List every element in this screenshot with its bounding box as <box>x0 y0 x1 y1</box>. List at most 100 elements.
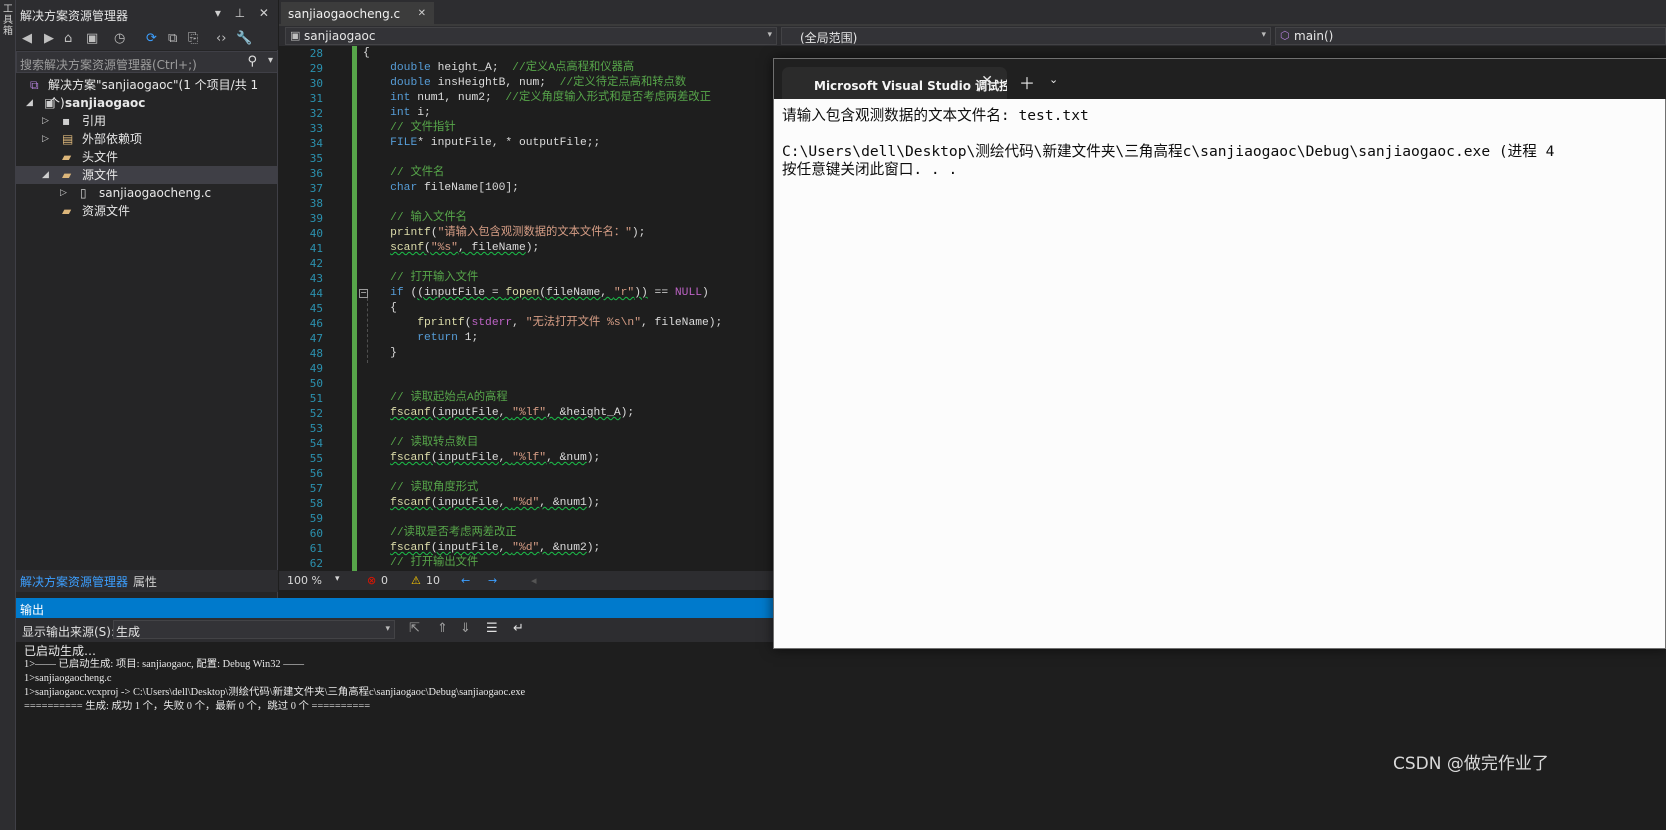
code-line[interactable]: fscanf(inputFile, "%lf", &num); <box>363 451 600 466</box>
code-line[interactable]: return 1; <box>363 331 478 346</box>
code-line[interactable]: printf("请输入包含观测数据的文本文件名："); <box>363 226 645 241</box>
code-line[interactable]: // 输入文件名 <box>363 211 467 226</box>
tree-item[interactable]: ▷ ▪ 引用 <box>16 112 278 130</box>
go-to-message-icon[interactable]: ⇱ <box>409 621 420 636</box>
solution-explorer-search-input[interactable]: 搜索解决方案资源管理器(Ctrl+;) ⚲ ▾ <box>16 51 278 73</box>
back-icon[interactable]: ◀ <box>22 31 32 46</box>
tree-item[interactable]: ▰ 头文件 <box>16 148 278 166</box>
view-code-icon[interactable]: ‹› <box>216 31 226 46</box>
console-output[interactable]: 请输入包含观测数据的文本文件名: test.txt C:\Users\dell\D… <box>782 107 1666 637</box>
code-line[interactable]: int i; <box>363 106 431 121</box>
close-icon[interactable]: ✕ <box>418 8 426 19</box>
warning-count[interactable]: 10 <box>426 574 440 587</box>
close-icon[interactable]: ✕ <box>981 73 993 89</box>
error-icon[interactable]: ⊗ <box>367 574 376 587</box>
pending-changes-icon[interactable]: ◷ <box>114 31 125 46</box>
code-line[interactable]: fscanf(inputFile, "%d", &num1); <box>363 496 600 511</box>
show-all-files-icon[interactable]: ⎘ <box>188 31 198 46</box>
warning-icon[interactable]: ⚠ <box>411 574 421 587</box>
code-line[interactable]: // 读取转点数目 <box>363 436 478 451</box>
code-line[interactable]: double insHeightB, num; //定义待定点高和转点数 <box>363 76 686 91</box>
toolbox-label[interactable]: 工具箱 <box>1 4 15 37</box>
home-icon[interactable]: ⌂ <box>64 31 72 46</box>
code-token: //定义角度输入形式和是否考虑两差改正 <box>505 92 711 104</box>
code-line[interactable]: // 打开输出文件 <box>363 556 478 571</box>
tree-item[interactable]: ▷ ▤ 外部依赖项 <box>16 130 278 148</box>
tree-item[interactable]: ▷ ▯ sanjiaogaocheng.c <box>16 184 278 202</box>
forward-icon[interactable]: ▶ <box>44 31 54 46</box>
line-number: 61 <box>309 542 323 555</box>
console-titlebar: Microsoft Visual Studio 调试控制台 ✕ ＋ ⌄ <box>774 59 1666 99</box>
tab-properties[interactable]: 属性 <box>133 573 157 590</box>
code-area[interactable]: { double height_A; //定义A点高程和仪器高 double i… <box>363 46 773 571</box>
code-line[interactable]: // 文件名 <box>363 166 444 181</box>
code-line[interactable]: char fileName[100]; <box>363 181 519 196</box>
zoom-level[interactable]: 100 % <box>287 574 322 587</box>
code-line[interactable]: { <box>363 46 370 61</box>
code-line[interactable]: int num1, num2; //定义角度输入形式和是否考虑两差改正 <box>363 91 711 106</box>
code-line[interactable]: if ((inputFile = fopen(fileName, "r")) =… <box>363 286 709 301</box>
code-line[interactable]: scanf("%s", fileName); <box>363 241 539 256</box>
tree-item[interactable]: ◢ ▣ sanjiaogaoc <box>16 94 278 112</box>
code-line[interactable]: { <box>363 301 397 316</box>
expand-arrow-icon[interactable]: ▷ <box>42 130 49 148</box>
collapse-arrow-icon[interactable]: ◢ <box>26 94 33 112</box>
error-count[interactable]: 0 <box>381 574 388 587</box>
line-number: 38 <box>309 197 323 210</box>
scope-dropdown[interactable]: (全局范围) ▾ <box>781 27 1271 45</box>
code-line[interactable]: fscanf(inputFile, "%d", &num2); <box>363 541 600 556</box>
member-dropdown[interactable]: ⬡ main() <box>1275 27 1666 45</box>
chevron-down-icon[interactable]: ▾ <box>268 55 273 66</box>
code-line[interactable]: double height_A; //定义A点高程和仪器高 <box>363 61 634 76</box>
next-message-icon[interactable]: ⇓ <box>460 621 471 636</box>
tree-item[interactable]: ⧉ 解决方案"sanjiaogaoc"(1 个项目/共 1 个) <box>16 76 278 110</box>
expand-arrow-icon[interactable]: ▷ <box>42 112 49 130</box>
code-line[interactable]: // 文件指针 <box>363 121 456 136</box>
code-line[interactable]: fscanf(inputFile, "%lf", &height_A); <box>363 406 634 421</box>
properties-wrench-icon[interactable]: 🔧 <box>236 31 252 46</box>
code-line[interactable]: FILE* inputFile, * outputFile;; <box>363 136 600 151</box>
scroll-left-icon[interactable]: ◂ <box>531 574 537 587</box>
collapse-arrow-icon[interactable]: ◢ <box>42 166 49 184</box>
console-tab[interactable]: Microsoft Visual Studio 调试控制台 ✕ <box>782 67 1007 99</box>
line-number: 59 <box>309 512 323 525</box>
code-token: fscanf <box>390 452 431 464</box>
sync-icon[interactable]: ⟳ <box>146 31 157 46</box>
next-issue-icon[interactable]: → <box>488 574 497 587</box>
toolbox-strip[interactable]: 工具箱 <box>0 0 16 830</box>
search-icon[interactable]: ⚲ <box>247 54 257 69</box>
tab-solution-explorer[interactable]: 解决方案资源管理器 <box>20 573 128 590</box>
tab-sanjiaogaocheng-c[interactable]: sanjiaogaocheng.c ✕ <box>281 2 434 26</box>
tree-item[interactable]: ▰ 资源文件 <box>16 202 278 220</box>
chevron-down-icon[interactable]: ▾ <box>335 574 340 584</box>
chevron-down-icon[interactable]: ⌄ <box>1049 73 1058 86</box>
output-source-dropdown[interactable]: 生成 ▾ <box>113 620 395 639</box>
code-token: ); <box>586 542 601 554</box>
tree-item[interactable]: ◢ ▰ 源文件 <box>16 166 278 184</box>
panel-window-controls-icon[interactable]: ▾ ⊥ ✕ <box>215 6 274 20</box>
new-tab-plus-icon[interactable]: ＋ <box>1019 70 1035 94</box>
previous-issue-icon[interactable]: ← <box>461 574 470 587</box>
code-line[interactable]: } <box>363 346 397 361</box>
switch-views-icon[interactable]: ▣ <box>86 31 98 46</box>
code-line[interactable]: //读取是否考虑两差改正 <box>363 526 517 541</box>
code-token: "%d" <box>512 497 540 509</box>
expand-arrow-icon[interactable]: ▷ <box>60 184 67 202</box>
debug-console-window[interactable]: Microsoft Visual Studio 调试控制台 ✕ ＋ ⌄ 请输入包… <box>773 58 1666 649</box>
code-line[interactable]: // 读取起始点A的高程 <box>363 391 508 406</box>
code-token: ) <box>702 287 709 299</box>
line-number: 32 <box>309 107 323 120</box>
previous-message-icon[interactable]: ⇑ <box>437 621 448 636</box>
code-line[interactable]: fprintf(stderr, "无法打开文件 %s\n", fileName)… <box>363 316 722 331</box>
line-number: 47 <box>309 332 323 345</box>
collapse-all-icon[interactable]: ⧉ <box>168 31 177 46</box>
code-line[interactable]: // 读取角度形式 <box>363 481 478 496</box>
clear-all-icon[interactable]: ☰ <box>486 621 498 636</box>
solution-explorer-title: 解决方案资源管理器 ▾ ⊥ ✕ <box>16 0 278 28</box>
code-line[interactable]: // 打开输入文件 <box>363 271 478 286</box>
project-dropdown[interactable]: ▣ sanjiaogaoc ▾ <box>285 27 777 45</box>
word-wrap-icon[interactable]: ↵ <box>513 621 524 636</box>
